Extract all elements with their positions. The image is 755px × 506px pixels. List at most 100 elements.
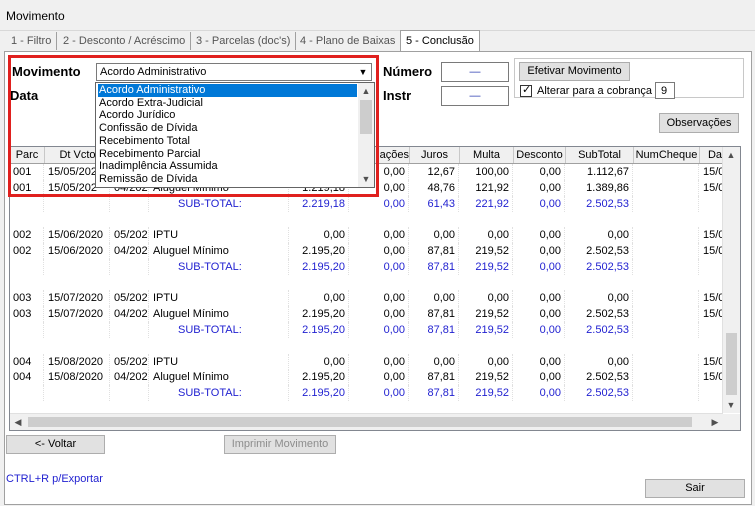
cell-parc <box>10 258 44 275</box>
cell-ref <box>111 258 149 275</box>
cell-descricao: SUB-TOTAL: <box>150 258 289 275</box>
cell-desconto: 0,00 <box>514 369 565 386</box>
cell-parc: 003 <box>10 290 44 307</box>
cell-juros: 0,00 <box>410 290 459 307</box>
table-row[interactable]: 00215/06/202004/2020Aluguel Mínimo2.195,… <box>10 243 730 259</box>
cell-valor: 2.195,20 <box>290 243 349 259</box>
cell-descricao: SUB-TOTAL: <box>150 195 289 212</box>
table-row[interactable]: 00315/07/202004/2020Aluguel Mínimo2.195,… <box>10 306 730 323</box>
export-hint: CTRL+R p/Exportar <box>6 473 103 485</box>
cell-juros: 87,81 <box>410 369 459 386</box>
observacoes-button[interactable]: Observações <box>659 113 739 133</box>
cell-valor: 2.195,20 <box>290 306 349 323</box>
instr-field[interactable]: — <box>441 86 509 106</box>
col-header-numcheque[interactable]: NumCheque <box>634 147 700 163</box>
cell-multa: 219,52 <box>460 369 513 386</box>
cell-correcoes: 0,00 <box>350 322 409 338</box>
numero-field[interactable]: — <box>441 62 509 82</box>
cell-juros: 48,76 <box>410 179 459 196</box>
cell-numcheque <box>634 258 699 275</box>
cell-dt-vcto <box>45 322 110 338</box>
voltar-button[interactable]: <- Voltar <box>6 435 105 454</box>
scroll-up-icon[interactable]: ▲ <box>723 147 739 163</box>
cell-dt-vcto: 15/06/2020 <box>45 227 110 244</box>
cell-desconto: 0,00 <box>514 243 565 259</box>
cell-desconto: 0,00 <box>514 227 565 244</box>
cell-ref: 04/2020 <box>111 243 149 259</box>
cell-ref <box>111 195 149 212</box>
col-header-multa[interactable]: Multa <box>460 147 514 163</box>
cell-multa: 100,00 <box>460 164 513 180</box>
tab-conclusao[interactable]: 5 - Conclusão <box>400 30 480 51</box>
sair-button[interactable]: Sair <box>645 479 745 498</box>
cell-descricao: IPTU <box>150 290 289 307</box>
cell-ref: 05/2020 <box>111 290 149 307</box>
cell-numcheque <box>634 179 699 196</box>
window-titlebar: Movimento <box>0 0 755 31</box>
tab-desconto-acrescimo[interactable]: 2 - Desconto / Acréscimo <box>58 32 192 50</box>
cell-valor: 2.195,20 <box>290 258 349 275</box>
cobranca-code-field[interactable]: 9 <box>655 82 675 99</box>
instr-label: Instr <box>383 88 412 103</box>
scroll-right-icon[interactable]: ▶ <box>707 414 723 430</box>
vertical-scroll-thumb[interactable] <box>726 333 737 395</box>
cell-multa: 121,92 <box>460 179 513 196</box>
cell-valor: 0,00 <box>290 353 349 370</box>
cell-desconto: 0,00 <box>514 353 565 370</box>
cell-descricao: SUB-TOTAL: <box>150 322 289 338</box>
cell-desconto: 0,00 <box>514 195 565 212</box>
cell-parc <box>10 195 44 212</box>
cell-descricao: IPTU <box>150 353 289 370</box>
cell-descricao: Aluguel Mínimo <box>150 243 289 259</box>
imprimir-movimento-button[interactable]: Imprimir Movimento <box>224 435 336 454</box>
table-row[interactable]: 00415/08/202004/2020Aluguel Mínimo2.195,… <box>10 369 730 386</box>
alterar-cobranca-label: Alterar para a cobrança <box>537 85 652 97</box>
tab-plano-de-baixas[interactable]: 4 - Plano de Baixas <box>295 32 402 50</box>
cell-subtotal: 2.502,53 <box>566 195 633 212</box>
grid-vertical-scrollbar[interactable]: ▲ ▼ <box>722 147 740 413</box>
alterar-cobranca-checkbox[interactable]: ✓ <box>520 84 532 97</box>
cell-dt-vcto <box>45 195 110 212</box>
scroll-left-icon[interactable]: ◀ <box>10 414 26 430</box>
cell-subtotal: 2.502,53 <box>566 258 633 275</box>
subtotal-row[interactable]: SUB-TOTAL: 2.195,20 0,00 87,81 219,52 0,00 2.5… <box>10 385 730 402</box>
cell-multa: 219,52 <box>460 385 513 402</box>
subtotal-row[interactable]: SUB-TOTAL: 2.195,20 0,00 87,81 219,52 0,00 2.5… <box>10 322 730 338</box>
cell-correcoes: 0,00 <box>350 195 409 212</box>
grid-horizontal-scrollbar[interactable]: ◀ ▶ <box>10 413 723 430</box>
cell-dt-vcto: 15/08/2020 <box>45 353 110 370</box>
cell-numcheque <box>634 290 699 307</box>
table-row[interactable]: 00215/06/202005/2020IPTU0,000,000,000,00… <box>10 227 730 244</box>
subtotal-row[interactable]: SUB-TOTAL: 2.195,20 0,00 87,81 219,52 0,00 2.5… <box>10 258 730 275</box>
scroll-down-icon[interactable]: ▼ <box>723 397 739 413</box>
cell-juros: 87,81 <box>410 306 459 323</box>
cell-juros: 87,81 <box>410 322 459 338</box>
cell-descricao: Aluguel Mínimo <box>150 369 289 386</box>
col-header-juros[interactable]: Juros <box>410 147 460 163</box>
tab-filtro[interactable]: 1 - Filtro <box>6 32 58 50</box>
cell-ref: 04/2020 <box>111 306 149 323</box>
cell-multa: 221,92 <box>460 195 513 212</box>
table-row[interactable]: 00315/07/202005/2020IPTU0,000,000,000,00… <box>10 290 730 307</box>
cell-subtotal: 2.502,53 <box>566 385 633 402</box>
table-row[interactable]: 00415/08/202005/2020IPTU0,000,000,000,00… <box>10 353 730 370</box>
cell-valor: 0,00 <box>290 227 349 244</box>
tab-parcelas[interactable]: 3 - Parcelas (doc's) <box>191 32 297 50</box>
cell-multa: 219,52 <box>460 243 513 259</box>
cobranca-code-value: 9 <box>661 85 668 97</box>
cell-ref: 04/2020 <box>111 369 149 386</box>
cell-descricao: SUB-TOTAL: <box>150 385 289 402</box>
horizontal-scroll-thumb[interactable] <box>28 417 692 427</box>
col-header-subtotal[interactable]: SubTotal <box>566 147 634 163</box>
col-header-desconto[interactable]: Desconto <box>514 147 566 163</box>
subtotal-row[interactable]: SUB-TOTAL: 2.219,18 0,00 61,43 221,92 0,00 2.5… <box>10 195 730 212</box>
cell-valor: 2.195,20 <box>290 369 349 386</box>
cell-dt-vcto <box>45 258 110 275</box>
cell-juros: 87,81 <box>410 385 459 402</box>
cell-numcheque <box>634 369 699 386</box>
cell-juros: 87,81 <box>410 243 459 259</box>
cell-dt-vcto: 15/07/2020 <box>45 306 110 323</box>
cell-multa: 0,00 <box>460 353 513 370</box>
efetivar-movimento-button[interactable]: Efetivar Movimento <box>519 62 630 81</box>
cell-parc: 002 <box>10 227 44 244</box>
